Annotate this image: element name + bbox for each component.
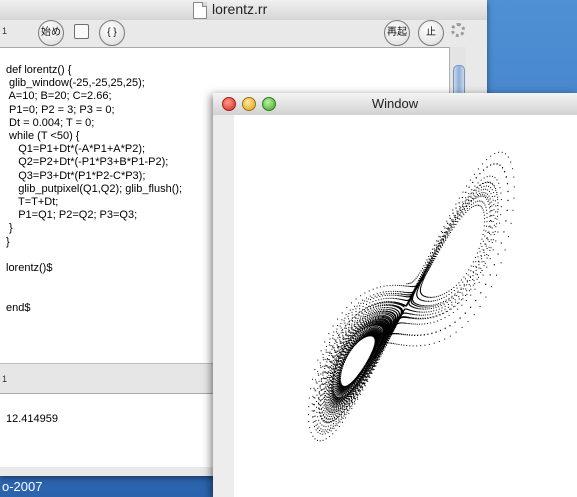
graphics-window-margin [213,115,234,497]
editor-titlebar[interactable]: lorentz.rr [0,0,487,21]
desktop-footer-text: o-2007 [2,479,43,494]
braces-button[interactable]: { } [99,20,125,46]
toolbar-pane-label: 1 [2,26,8,36]
graphics-window-title: Window [371,96,419,111]
editor-toolbar: 1 始め { } 再起 止 [0,20,487,46]
graphics-titlebar[interactable]: Window [213,93,577,116]
attractor-points [308,151,515,442]
graphics-window: Window [213,93,577,497]
output-value: 12.414959 [6,413,58,425]
code-text[interactable]: def lorentz() { glib_window(-25,-25,25,2… [6,64,182,315]
document-icon [193,2,207,19]
stop-button[interactable]: 止 [418,20,444,46]
restart-button[interactable]: 再起 [384,20,410,46]
output-pane-label: 1 [2,374,8,384]
editor-window-title: lorentz.rr [212,1,268,17]
graphics-canvas[interactable] [213,115,577,497]
busy-spinner-icon [451,23,465,37]
checkbox-button[interactable] [74,24,89,39]
start-button[interactable]: 始め [38,20,64,46]
lorenz-attractor-plot [308,151,515,442]
